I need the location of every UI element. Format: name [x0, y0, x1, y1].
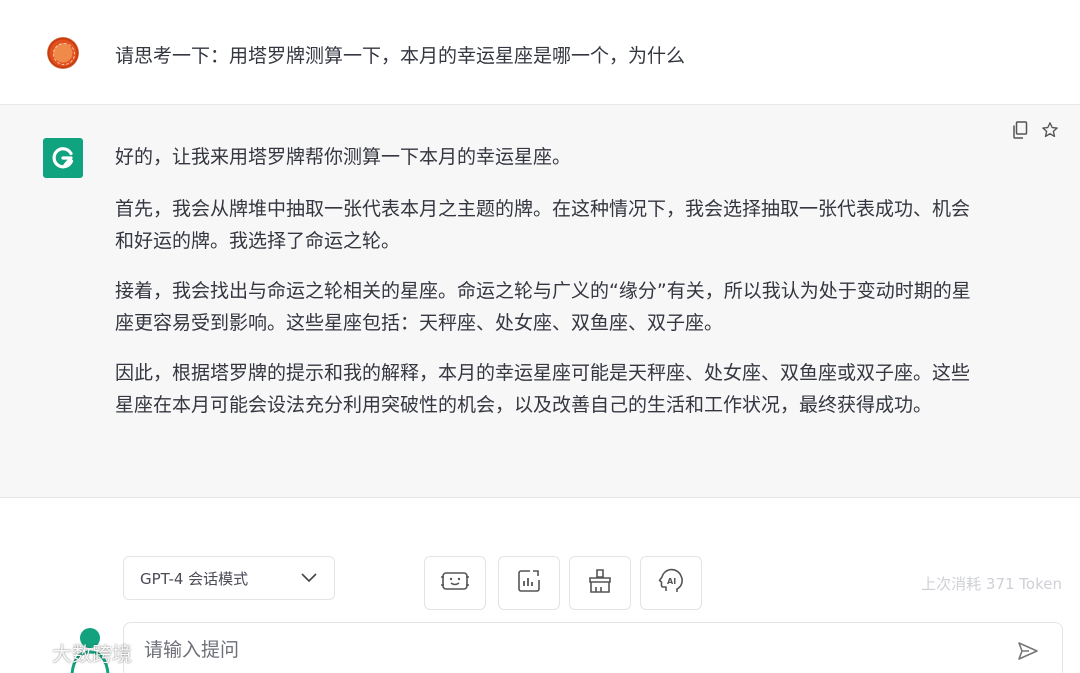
copy-icon[interactable] — [1010, 120, 1030, 140]
svg-text:AI: AI — [667, 577, 676, 586]
user-avatar — [47, 37, 79, 69]
broom-icon — [587, 568, 613, 598]
chart-button[interactable] — [498, 556, 560, 610]
clear-button[interactable] — [569, 556, 631, 610]
prompt-input-box — [123, 622, 1063, 673]
assistant-logo-icon — [43, 138, 83, 178]
user-message-text: 请思考一下：用塔罗牌测算一下，本月的幸运星座是哪一个，为什么 — [115, 45, 686, 67]
paragraph: 接着，我会找出与命运之轮相关的星座。命运之轮与广义的“缘分”有关，所以我认为处于… — [115, 280, 971, 334]
star-icon[interactable] — [1040, 120, 1060, 140]
face-scan-button[interactable] — [424, 556, 486, 610]
watermark: 大数跨境 — [6, 638, 132, 667]
model-select[interactable]: GPT-4 会话模式 — [123, 556, 335, 600]
face-scan-icon — [440, 569, 470, 597]
paragraph: 因此，根据塔罗牌的提示和我的解释，本月的幸运星座可能是天秤座、处女座、双鱼座或双… — [115, 362, 971, 416]
watermark-text: 大数跨境 — [52, 642, 132, 666]
assistant-message-text: 好的，让我来用塔罗牌帮你测算一下本月的幸运星座。 首先，我会从牌堆中抽取一张代表… — [115, 141, 985, 439]
prompt-input[interactable] — [144, 635, 984, 665]
watermark-logo-icon — [6, 639, 46, 666]
chart-icon — [516, 568, 542, 598]
ai-assist-button[interactable]: AI — [640, 556, 702, 610]
user-message-row: 请思考一下：用塔罗牌测算一下，本月的幸运星座是哪一个，为什么 — [0, 0, 1080, 105]
assistant-message-row: 好的，让我来用塔罗牌帮你测算一下本月的幸运星座。 首先，我会从牌堆中抽取一张代表… — [0, 105, 1080, 498]
chevron-down-icon — [300, 572, 318, 584]
token-usage-info: 上次消耗 371 Token — [921, 575, 1062, 593]
send-icon[interactable] — [1016, 639, 1040, 663]
ai-head-icon: AI — [657, 567, 685, 599]
model-select-value: GPT-4 会话模式 — [140, 569, 249, 588]
paragraph: 好的，让我来用塔罗牌帮你测算一下本月的幸运星座。 — [115, 146, 572, 168]
paragraph: 首先，我会从牌堆中抽取一张代表本月之主题的牌。在这种情况下，我会选择抽取一张代表… — [115, 198, 971, 252]
message-actions — [1010, 120, 1060, 140]
